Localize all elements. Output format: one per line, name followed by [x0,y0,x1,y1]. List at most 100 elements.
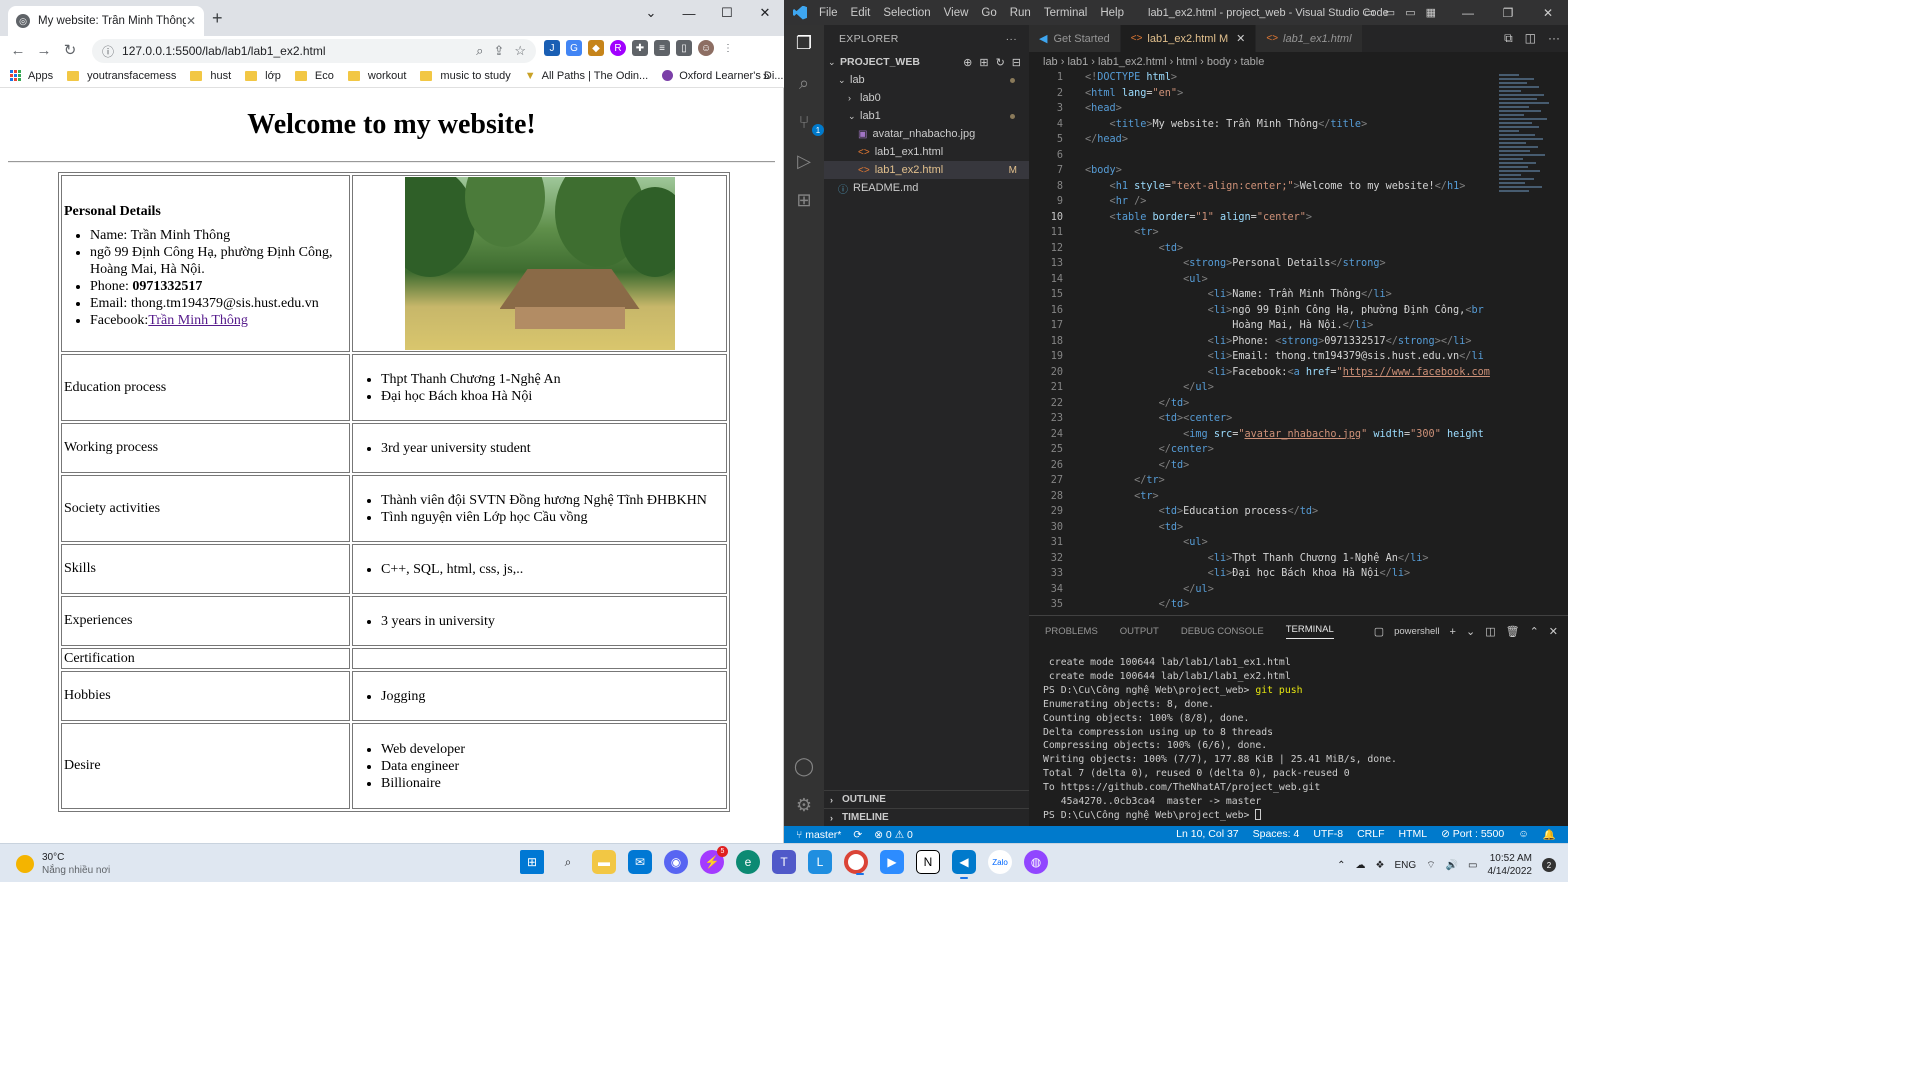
bookmark-folder[interactable]: youtransfacemess [67,70,176,82]
notification-badge[interactable]: 2 [1542,858,1556,872]
language-mode[interactable]: HTML [1399,828,1428,841]
extension-icon[interactable]: R [610,40,626,56]
translate-icon[interactable]: G [566,40,582,56]
code-line[interactable]: 12 <td> [1029,243,1499,259]
code-line[interactable]: 14 <ul> [1029,274,1499,290]
address-bar[interactable]: ⓘ 127.0.0.1:5500/lab/lab1/lab1_ex2.html … [92,39,536,63]
file-explorer-icon[interactable]: ▬ [592,850,616,874]
code-line[interactable]: 28 <tr> [1029,491,1499,507]
extension-icon[interactable]: J [544,40,560,56]
minimap[interactable] [1499,72,1554,252]
weather-widget[interactable]: 30°C Nắng nhiều nơi [16,851,110,877]
puzzle-icon[interactable]: ✚ [632,40,648,56]
maximize-panel-icon[interactable]: ⌃ [1530,625,1539,638]
outline-section[interactable]: › OUTLINE [824,790,1029,808]
menu-item[interactable]: Help [1100,7,1124,19]
code-line[interactable]: 17 Hoàng Mai, Hà Nội.</li> [1029,320,1499,336]
facebook-link[interactable]: Trần Minh Thông [148,313,248,328]
chevron-up-icon[interactable]: ⌃ [1337,860,1345,871]
menu-item[interactable]: File [819,7,838,19]
menu-item[interactable]: View [944,7,969,19]
timeline-section[interactable]: › TIMELINE [824,808,1029,826]
edge-icon[interactable]: e [736,850,760,874]
reading-list-icon[interactable]: ≡ [654,40,670,56]
tree-item[interactable]: ⓘ README.md [824,179,1029,197]
podcast-icon[interactable]: ◍ [1024,850,1048,874]
code-line[interactable]: 21 </ul> [1029,382,1499,398]
close-panel-icon[interactable]: ✕ [1549,625,1558,638]
bell-icon[interactable]: 🔔 [1543,828,1556,841]
menu-item[interactable]: Selection [883,7,930,19]
chevron-down-icon[interactable]: ⌄ [1466,625,1475,638]
code-line[interactable]: 35 </td> [1029,599,1499,615]
tab-lab1-ex1[interactable]: <> lab1_ex1.html [1256,25,1363,52]
code-line[interactable]: 29 <td>Education process</td> [1029,506,1499,522]
tab-search-icon[interactable]: ⌄ [632,0,670,26]
tab-lab1-ex2[interactable]: <> lab1_ex2.html M ✕ [1120,25,1257,52]
code-line[interactable]: 16 <li>ngõ 99 Định Công Hạ, phường Định … [1029,305,1499,321]
code-line[interactable]: 33 <li>Đại học Bách khoa Hà Nội</li> [1029,568,1499,584]
more-actions-icon[interactable]: ··· [1006,33,1017,45]
sync-icon[interactable]: ⟳ [853,829,862,841]
tree-item[interactable]: › lab0 [824,89,1029,107]
tree-item[interactable]: ▣ avatar_nhabacho.jpg [824,125,1029,143]
code-line[interactable]: 22 </td> [1029,398,1499,414]
menu-kebab-icon[interactable]: ⋮ [720,40,736,56]
project-folder[interactable]: ⌄ PROJECT_WEB ⊕ ⊞ ↻ ⊟ [824,53,1029,71]
code-line[interactable]: 18 <li>Phone: <strong>0971332517</strong… [1029,336,1499,352]
code-line[interactable]: 10 <table border="1" align="center"> [1029,212,1499,228]
menu-item[interactable]: Terminal [1044,7,1087,19]
forward-icon[interactable]: → [31,42,57,59]
tab-get-started[interactable]: ◀ Get Started [1029,25,1121,52]
search-icon[interactable]: ⌕ [556,850,580,874]
more-bookmarks-icon[interactable]: » [763,68,770,83]
zoom-icon[interactable]: ⌕ [476,43,483,59]
restore-button[interactable]: ❐ [1488,6,1528,20]
new-file-icon[interactable]: ⊕ [963,56,972,69]
code-line[interactable]: 4 <title>My website: Trần Minh Thông</ti… [1029,119,1499,135]
code-line[interactable]: 34 </ul> [1029,584,1499,600]
menu-item[interactable]: Run [1010,7,1031,19]
code-line[interactable]: 8 <h1 style="text-align:center;">Welcome… [1029,181,1499,197]
code-line[interactable]: 9 <hr /> [1029,196,1499,212]
avatar[interactable]: ☺ [698,40,714,56]
code-line[interactable]: 11 <tr> [1029,227,1499,243]
menu-item[interactable]: Go [981,7,996,19]
search-icon[interactable]: ⌕ [792,71,816,95]
vscode-icon[interactable]: ◀ [952,850,976,879]
breadcrumb[interactable]: lab › lab1 › lab1_ex2.html › html › body… [1029,52,1568,72]
share-icon[interactable]: ⇪ [493,43,504,59]
tree-item[interactable]: ⌄ lab1 [824,107,1029,125]
code-line[interactable]: 1 <!DOCTYPE html> [1029,72,1499,88]
problems-status[interactable]: ⊗ 0 ⚠ 0 [874,829,913,841]
onedrive-icon[interactable]: ☁ [1356,860,1366,871]
code-line[interactable]: 31 <ul> [1029,537,1499,553]
zoom-icon[interactable]: ▶ [880,850,904,874]
explorer-icon[interactable]: ❐ [792,31,816,55]
settings-gear-icon[interactable]: ⚙ [792,793,816,817]
close-icon[interactable]: ✕ [1236,32,1245,45]
run-debug-icon[interactable]: ▷ [792,149,816,173]
bookmark-folder[interactable]: lớp [245,70,281,82]
code-editor[interactable]: 1 <!DOCTYPE html> 2 <html lang="en"> 3 <head>… [1029,72,1499,615]
eol-status[interactable]: CRLF [1357,828,1384,841]
browser-tab[interactable]: ◎ My website: Trần Minh Thông ✕ [8,6,204,36]
tab-output[interactable]: OUTPUT [1120,626,1159,637]
toggle-secondary-sidebar-icon[interactable]: ▭ [1405,6,1415,19]
tab-terminal[interactable]: TERMINAL [1285,624,1334,639]
close-tab-icon[interactable]: ✕ [186,14,196,28]
code-line[interactable]: 23 <td><center> [1029,413,1499,429]
extensions-icon[interactable]: ⊞ [792,188,816,212]
split-editor-icon[interactable]: ◫ [1525,31,1536,46]
code-line[interactable]: 32 <li>Thpt Thanh Chương 1-Nghệ An</li> [1029,553,1499,569]
zalo-icon[interactable]: Zalo [988,850,1012,874]
back-icon[interactable]: ← [5,42,31,59]
start-windows-icon[interactable]: ⊞ [520,850,544,874]
split-terminal-icon[interactable]: ◫ [1485,625,1495,638]
l-app-icon[interactable]: L [808,850,832,874]
code-line[interactable]: 24 <img src="avatar_nhabacho.jpg" width=… [1029,429,1499,445]
refresh-icon[interactable]: ↻ [996,56,1005,69]
extension-icon[interactable]: ◆ [588,40,604,56]
side-panel-icon[interactable]: ▯ [676,40,692,56]
battery-icon[interactable]: ▭ [1468,860,1477,871]
